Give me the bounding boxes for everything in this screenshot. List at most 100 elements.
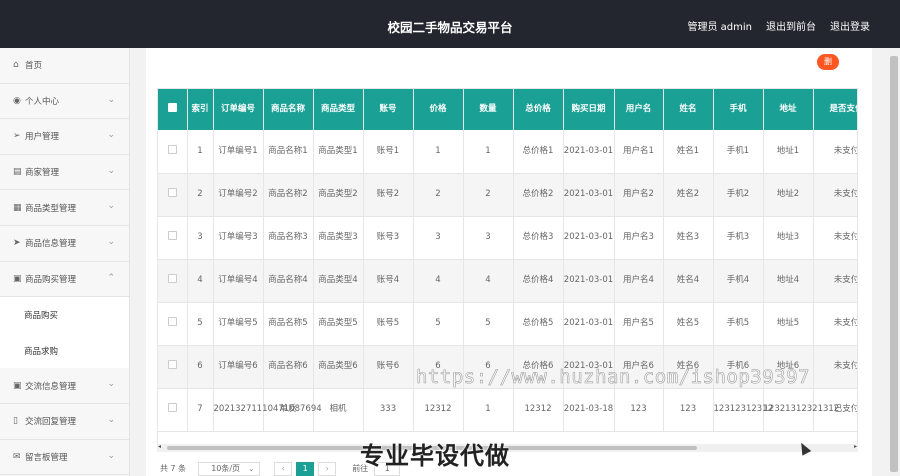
row-checkbox[interactable] — [167, 317, 177, 326]
table-cell: 总价格2 — [513, 173, 564, 217]
table-cell: 姓名4 — [663, 259, 714, 303]
table-cell: 1 — [187, 130, 214, 174]
table-row[interactable]: 5 订单编号5 商品名称5 商品类型5 账号5 5 5 总价格5 2021-03-01 用户名5 姓… — [158, 302, 857, 346]
table-cell: 未支付 — [813, 130, 857, 174]
table-cell: 手机1 — [713, 130, 764, 174]
sidebar-item-label: 用户管理 — [25, 132, 60, 143]
mail-icon: ✉ — [13, 451, 21, 462]
table-cell: 订单编号3 — [213, 216, 264, 260]
select-all-checkbox[interactable] — [167, 103, 177, 112]
row-select-cell — [158, 130, 188, 174]
table-cell: 总价格1 — [513, 130, 564, 174]
table-cell: 地址1 — [763, 130, 814, 174]
page-size-select[interactable]: 10条/页 ⌄ — [198, 461, 261, 476]
table-row[interactable]: 2 订单编号2 商品名称2 商品类型2 账号2 2 2 总价格2 2021-03-01 用户名2 姓… — [158, 173, 857, 217]
watermark-text: https://www.huzhan.com/ishop39397 — [416, 366, 810, 389]
sidebar-item[interactable]: ▦ 商品类型管理 ⌄ — [0, 190, 129, 226]
column-header[interactable]: 索引 — [187, 89, 214, 130]
send-icon: ➢ — [13, 131, 21, 142]
column-header[interactable]: 姓名 — [663, 89, 714, 130]
delete-button[interactable]: 删 — [817, 54, 839, 70]
table-cell: 地址5 — [763, 302, 814, 346]
next-page-button[interactable]: › — [318, 461, 337, 476]
row-checkbox[interactable] — [167, 188, 177, 197]
table-cell: 未支付 — [813, 216, 857, 260]
column-header[interactable]: 总价格 — [513, 89, 564, 130]
column-header[interactable]: 地址 — [763, 89, 814, 130]
table-cell: 姓名5 — [663, 302, 714, 346]
row-checkbox[interactable] — [167, 360, 177, 369]
table-cell: 商品名称2 — [263, 173, 314, 217]
sidebar-subitem[interactable]: 商品购买 — [0, 297, 129, 333]
chevron-up-icon: ⌃ — [107, 272, 115, 283]
table-cell: 账号6 — [363, 345, 414, 389]
table-cell: 用户名5 — [614, 302, 664, 346]
table-cell: 订单编号5 — [213, 302, 264, 346]
sidebar-item-label: 商品信息管理 — [25, 239, 77, 250]
top-right-menu: 管理员 admin 退出到前台 退出登录 — [687, 18, 870, 33]
table-cell: 123 — [663, 388, 714, 432]
sidebar-subitem[interactable]: 商品求购 — [0, 332, 129, 369]
current-page-button[interactable]: 1 — [296, 461, 315, 476]
table-cell: 1 — [413, 130, 464, 174]
chevron-down-icon: ⌄ — [107, 94, 115, 105]
scroll-right-icon[interactable]: ▸ — [854, 443, 857, 450]
sidebar-item[interactable]: ▤ 商家管理 ⌄ — [0, 155, 129, 191]
column-header[interactable]: 用户名 — [614, 89, 664, 130]
row-select-cell — [158, 216, 188, 260]
table-cell: 账号3 — [363, 216, 414, 260]
row-checkbox[interactable] — [167, 144, 177, 154]
store-icon: ▤ — [13, 167, 22, 178]
row-checkbox[interactable] — [167, 231, 177, 240]
table-cell: 用户名3 — [614, 216, 664, 260]
chevron-down-icon: ⌄ — [107, 414, 115, 425]
sidebar-item[interactable]: ✉ 留言板管理 ⌄ — [0, 440, 129, 476]
table-cell: 总价格5 — [513, 302, 564, 346]
table-cell: 商品类型1 — [313, 130, 364, 174]
sidebar: ⌂ 首页 ◉ 个人中心 ⌄ ➢ 用户管理 ⌄ ▤ 商家管理 ⌄ ▦ 商品类型管理 ⌄ ➤ 商品信息管理 ⌄ ▣ 商品… — [0, 48, 130, 476]
table-cell: 2021-03-01 — [563, 216, 615, 260]
table-row[interactable]: 4 订单编号4 商品名称4 商品类型4 账号4 4 4 总价格4 2021-03-01 用户名4 姓… — [158, 259, 857, 303]
column-header[interactable]: 订单编号 — [213, 89, 264, 130]
table-cell: 2021-03-01 — [563, 302, 615, 346]
plane-icon: ➤ — [13, 238, 21, 249]
sidebar-item[interactable]: ◉ 个人中心 ⌄ — [0, 84, 129, 120]
column-header[interactable]: 价格 — [413, 89, 464, 130]
vertical-scrollbar[interactable] — [888, 48, 900, 476]
column-header[interactable]: 手机 — [713, 89, 764, 130]
chevron-down-icon: ⌄ — [107, 201, 115, 212]
table-row[interactable]: 3 订单编号3 商品名称3 商品类型3 账号3 3 3 总价格3 2021-03-01 用户名3 姓… — [158, 216, 857, 260]
logout-link[interactable]: 退出登录 — [830, 18, 870, 33]
sidebar-item[interactable]: ▣ 交流信息管理 ⌄ — [0, 368, 129, 404]
row-checkbox[interactable] — [167, 274, 177, 283]
column-header[interactable]: 购买日期 — [563, 89, 615, 130]
column-header[interactable]: 商品名称 — [263, 89, 314, 130]
sidebar-item-label: 商品购买 — [24, 310, 59, 321]
table-row[interactable]: 7 20213271110471087694 单反 相机 333 12312 1 12312 2… — [158, 388, 857, 432]
sidebar-item[interactable]: ⌂ 首页 — [0, 48, 129, 84]
prev-page-button[interactable]: ‹ — [274, 461, 293, 476]
table-cell: 总价格4 — [513, 259, 564, 303]
table-cell: 订单编号4 — [213, 259, 264, 303]
table-cell: 姓名1 — [663, 130, 714, 174]
table-cell: 4 — [463, 259, 514, 303]
table-cell: 商品名称3 — [263, 216, 314, 260]
row-checkbox[interactable] — [167, 403, 177, 412]
column-header[interactable]: 是否支付 — [813, 89, 857, 130]
column-header[interactable]: 商品类型 — [313, 89, 364, 130]
table-row[interactable]: 1 订单编号1 商品名称1 商品类型1 账号1 1 1 总价格1 2021-03-01 用户名1 姓… — [158, 130, 857, 174]
sidebar-item[interactable]: ➢ 用户管理 ⌄ — [0, 119, 129, 155]
sidebar-item[interactable]: ▣ 商品购买管理 ⌃ — [0, 262, 129, 298]
sidebar-item[interactable]: ▯ 交流回复管理 ⌄ — [0, 404, 129, 440]
column-header[interactable]: 账号 — [363, 89, 414, 130]
sidebar-item[interactable]: ➤ 商品信息管理 ⌄ — [0, 226, 129, 262]
table-cell: 商品名称4 — [263, 259, 314, 303]
total-count: 共 7 条 — [160, 464, 187, 473]
admin-label[interactable]: 管理员 admin — [687, 18, 752, 33]
scroll-left-icon[interactable]: ◂ — [158, 443, 161, 450]
table-cell: 4 — [413, 259, 464, 303]
table-cell: 2021-03-18 — [563, 388, 615, 432]
column-header[interactable]: 数量 — [463, 89, 514, 130]
to-front-link[interactable]: 退出到前台 — [766, 18, 816, 33]
vertical-scroll-thumb[interactable] — [890, 56, 898, 472]
